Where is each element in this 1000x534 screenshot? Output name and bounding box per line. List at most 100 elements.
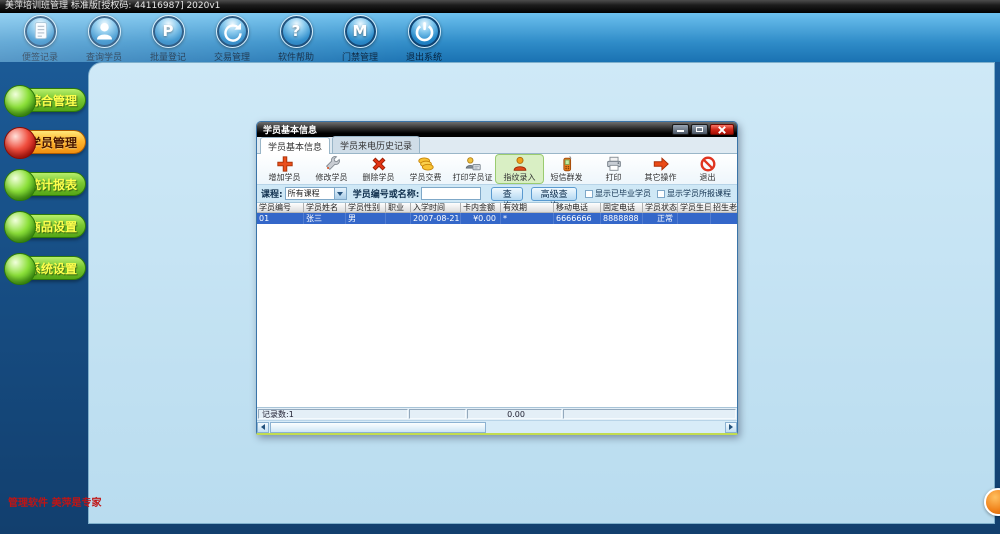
query-students-button[interactable]: 查询学员 [72,13,136,63]
dialog-titlebar[interactable]: 学员基本信息 [257,122,737,137]
power-icon [408,15,441,48]
software-help-button[interactable]: ? 软件帮助 [264,13,328,63]
checkbox-icon [585,190,593,198]
letter-p-icon: P [152,15,185,48]
column-header[interactable]: 有效期 [501,203,554,212]
cell-gender: 男 [346,213,386,224]
sidebar-item-student-management[interactable]: 学员管理 [8,130,86,154]
person-icon [88,15,121,48]
column-header[interactable]: 招生老 [711,203,737,212]
column-header[interactable]: 学员生日 [678,203,711,212]
table-row-selected[interactable]: 01 张三 男 2007-08-21 ¥0.00 * 6666666 88888… [257,213,737,224]
coins-icon [417,155,435,172]
edit-student-button[interactable]: 修改学员 [308,155,355,183]
exit-system-button[interactable]: 退出系统 [392,13,456,63]
toolbar-button-label: 增加学员 [269,172,301,183]
minimize-button[interactable] [672,124,689,135]
app-title: 美萍培训班管理 标准版[授权码: 44116987] 2020v1 [5,1,220,11]
add-student-button[interactable]: 增加学员 [261,155,308,183]
status-segment [563,409,736,419]
column-header[interactable]: 卡内金额 [461,203,501,212]
no-entry-icon [699,155,717,172]
column-header[interactable]: 入学时间 [411,203,461,212]
toolbar-button-label: 其它操作 [645,172,677,183]
main-toolbar: 便签记录 查询学员 P 批量登记 交易管理 ? 软件帮助 [0,13,1000,62]
sidebar-item-system-settings[interactable]: 系统设置 [8,256,86,280]
sidebar-item-product-settings[interactable]: 商品设置 [8,214,86,238]
column-header[interactable]: 固定电话 [601,203,643,212]
checkbox-label: 显示学员所报课程 [667,188,731,199]
delete-icon [370,155,388,172]
fingerprint-entry-button[interactable]: 指纹录入 [496,155,543,183]
dialog-tabs: 学员基本信息 学员来电历史记录 [257,137,737,154]
sidebar-item-statistics-reports[interactable]: 统计报表 [8,172,86,196]
other-operations-button[interactable]: 其它操作 [637,155,684,183]
combo-dropdown-button[interactable] [334,188,346,199]
door-access-button[interactable]: M 门禁管理 [328,13,392,63]
cell-recruiter [711,213,737,224]
note-icon [24,15,57,48]
sidebar-item-label: 系统设置 [29,260,77,277]
tab-student-call-history[interactable]: 学员来电历史记录 [332,136,420,153]
show-graduated-checkbox[interactable]: 显示已毕业学员 [585,188,651,199]
sidebar-item-label: 商品设置 [29,218,77,235]
printer-icon [605,155,623,172]
student-payment-button[interactable]: 学员交费 [402,155,449,183]
column-header[interactable]: 学员性别 [346,203,386,212]
sidebar-item-general-management[interactable]: 综合管理 [8,88,86,112]
delete-student-button[interactable]: 删除学员 [355,155,402,183]
wrench-icon [323,155,341,172]
minimize-icon [677,130,684,132]
letter-m-icon: M [344,15,377,48]
query-button[interactable]: 查询 [491,187,523,201]
glyph: ? [292,24,301,39]
cell-birthday [678,213,711,224]
advanced-query-button[interactable]: 高级查询 [531,187,577,201]
fingerprint-icon [511,155,529,172]
toolbar-button-label: 指纹录入 [504,172,536,183]
maximize-icon [696,127,703,132]
column-header[interactable]: 移动电话 [554,203,601,212]
batch-register-button[interactable]: P 批量登记 [136,13,200,63]
show-courses-checkbox[interactable]: 显示学员所报课程 [657,188,731,199]
app-window: 美萍培训班管理 标准版[授权码: 44116987] 2020v1 便签记录 查… [0,0,1000,534]
cell-student-id: 01 [257,213,304,224]
cell-mobile-phone: 6666666 [554,213,601,224]
column-header[interactable]: 学员编号 [257,203,304,212]
column-header[interactable]: 学员姓名 [304,203,346,212]
cell-occupation [386,213,411,224]
scrollbar-thumb[interactable] [270,422,486,433]
maximize-button[interactable] [691,124,708,135]
print-button[interactable]: 打印 [590,155,637,183]
column-header[interactable]: 学员状态 [643,203,678,212]
toolbar-button-label: 短信群发 [551,172,583,183]
tab-student-basic-info[interactable]: 学员基本信息 [260,137,330,154]
print-student-card-button[interactable]: 打印学员证 [449,155,496,183]
close-button[interactable] [710,124,734,135]
column-header[interactable]: 职业 [386,203,411,212]
sidebar: 综合管理 学员管理 统计报表 商品设置 系统设置 管理软件 美萍是专家 [0,62,88,534]
record-count: 记录数:1 [258,409,408,419]
status-segment [409,409,466,419]
table-header: 学员编号 学员姓名 学员性别 职业 入学时间 卡内金额 有效期 移动电话 固定电… [257,203,737,213]
transaction-management-button[interactable]: 交易管理 [200,13,264,63]
toolbar-button-label: 删除学员 [363,172,395,183]
sms-broadcast-button[interactable]: 短信群发 [543,155,590,183]
exit-button[interactable]: 退出 [684,155,731,183]
app-titlebar: 美萍培训班管理 标准版[授权码: 44116987] 2020v1 [0,0,1000,13]
scroll-left-button[interactable] [257,422,269,433]
student-info-dialog: 学员基本信息 学员基本信息 学员来电历史记录 增加学员 修改 [256,121,738,435]
window-controls [672,124,734,135]
cell-validity: * [501,213,554,224]
refresh-icon [216,15,249,48]
note-records-button[interactable]: 便签记录 [8,13,72,63]
cell-card-balance: ¥0.00 [461,213,501,224]
toolbar-button-label: 退出 [700,172,716,183]
sidebar-item-label: 统计报表 [29,176,77,193]
chevron-down-icon [337,192,343,196]
course-select[interactable]: 所有课程 [285,187,347,200]
scroll-right-button[interactable] [725,422,737,433]
toolbar-button-label: 学员交费 [410,172,442,183]
search-input[interactable] [421,187,481,200]
search-label: 学员编号或名称: [353,187,420,200]
